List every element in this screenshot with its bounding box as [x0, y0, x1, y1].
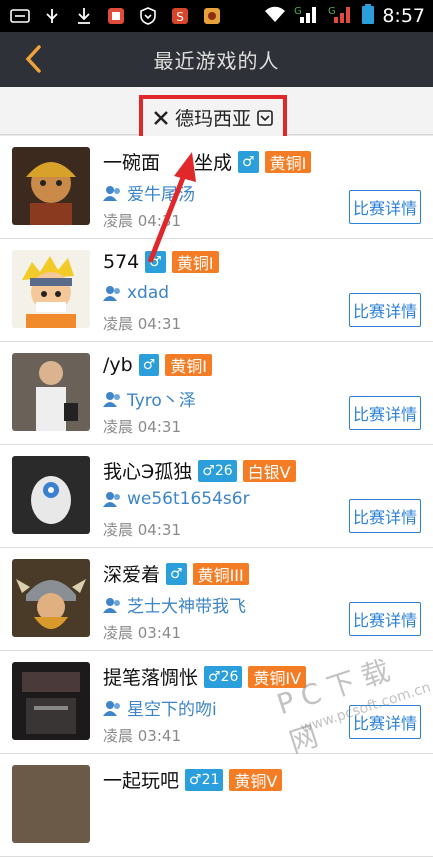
usb-icon	[42, 6, 62, 26]
game-app-icon: S	[170, 6, 190, 26]
friend-name[interactable]: 星空下的吻i	[127, 695, 217, 720]
server-filter-label: 德玛西亚	[174, 108, 251, 130]
friend-name[interactable]: Tyro丶泽	[127, 386, 196, 411]
avatar	[12, 765, 90, 843]
friends-icon	[103, 185, 120, 201]
match-detail-button[interactable]: 比赛详情	[349, 705, 421, 739]
name-line: 提笔落惆怅 ♂26 黄铜IV	[103, 663, 307, 690]
svg-text:S: S	[176, 10, 184, 24]
signal-icon: G	[294, 4, 320, 28]
friend-line: we56t1654s6r	[103, 489, 250, 509]
player-name: 一起玩吧	[103, 770, 180, 792]
list-item: 一起玩吧 ♂21 黄铜V	[0, 754, 433, 857]
rank-badge: 黄铜IV	[248, 665, 307, 688]
friend-line: 爱牛尾汤	[103, 180, 195, 205]
rank-badge: 黄铜I	[171, 251, 219, 273]
friends-icon	[103, 492, 120, 507]
list-item: 我心Э孤独 ♂26 白银V we56t1654s6r 凌晨 04:31 比赛详情	[0, 445, 433, 548]
avatar	[12, 250, 90, 328]
player-name: 我心Э孤独	[103, 461, 193, 483]
gender-badge: ♂26	[198, 459, 237, 482]
friends-icon	[103, 286, 120, 301]
filter-bar: 德玛西亚	[0, 87, 433, 140]
back-button[interactable]	[18, 44, 48, 74]
name-line: 深爱着 ♂ 黄铜III	[103, 560, 249, 587]
gender-badge: ♂	[238, 150, 259, 173]
player-name-extra: 坐成	[194, 152, 233, 174]
friend-line: 芝士大神带我飞	[103, 592, 246, 617]
player-list: 一碗面 坐成 ♂ 黄铜I 爱牛尾汤 凌晨 04:31 比赛详情 574 ♂ 黄铜…	[0, 136, 433, 857]
app-bar: 最近游戏的人	[0, 32, 433, 87]
rank-badge: 黄铜I	[264, 150, 312, 173]
avatar	[12, 353, 90, 431]
list-item: 深爱着 ♂ 黄铜III 芝士大神带我飞 凌晨 03:41 比赛详情	[0, 548, 433, 651]
svg-text:G: G	[294, 6, 302, 17]
play-time: 凌晨 04:31	[103, 315, 181, 333]
friend-name[interactable]: 芝士大神带我飞	[127, 592, 246, 617]
name-line: 574 ♂ 黄铜I	[103, 251, 219, 273]
chevron-left-icon	[25, 45, 41, 73]
player-name: 574	[103, 251, 140, 273]
rank-badge: 白银V	[242, 459, 296, 482]
match-detail-button[interactable]: 比赛详情	[349, 293, 421, 327]
game-app-icon-2	[202, 6, 222, 26]
rank-badge: 黄铜III	[192, 562, 249, 585]
friends-icon	[103, 700, 120, 716]
player-name: 深爱着	[103, 564, 161, 586]
shield-icon	[138, 6, 158, 26]
name-line: /yb ♂ 黄铜I	[103, 354, 213, 376]
list-item: 一碗面 坐成 ♂ 黄铜I 爱牛尾汤 凌晨 04:31 比赛详情	[0, 136, 433, 239]
avatar	[12, 559, 90, 637]
play-time: 凌晨 04:31	[103, 212, 181, 230]
player-name: 一碗面	[103, 152, 161, 174]
play-time: 凌晨 03:41	[103, 727, 181, 745]
friend-name[interactable]: 爱牛尾汤	[127, 180, 195, 205]
match-detail-button[interactable]: 比赛详情	[349, 396, 421, 430]
wifi-icon	[264, 5, 286, 27]
name-line: 我心Э孤独 ♂26 白银V	[103, 457, 296, 484]
crossed-swords-icon	[154, 110, 168, 125]
gender-badge: ♂26	[204, 665, 243, 688]
friends-icon	[103, 391, 120, 407]
play-time: 凌晨 03:41	[103, 624, 181, 642]
friend-name[interactable]: we56t1654s6r	[127, 489, 250, 509]
list-item: 574 ♂ 黄铜I xdad 凌晨 04:31 比赛详情	[0, 239, 433, 342]
status-bar: S G G 8:57	[0, 0, 433, 32]
list-item: 提笔落惆怅 ♂26 黄铜IV 星空下的吻i 凌晨 03:41 比赛详情	[0, 651, 433, 754]
chevron-down-icon	[257, 109, 273, 126]
match-detail-button[interactable]: 比赛详情	[349, 602, 421, 636]
friend-line: Tyro丶泽	[103, 386, 196, 411]
player-name: /yb	[103, 354, 133, 376]
battery-icon	[362, 4, 375, 28]
list-item: /yb ♂ 黄铜I Tyro丶泽 凌晨 04:31 比赛详情	[0, 342, 433, 445]
name-line: 一起玩吧 ♂21 黄铜V	[103, 766, 283, 793]
download-icon	[74, 6, 94, 26]
gender-badge: ♂	[145, 251, 166, 273]
message-icon	[10, 6, 30, 26]
gender-badge: ♂21	[185, 768, 224, 791]
rank-badge: 黄铜V	[229, 768, 283, 791]
clock: 8:57	[382, 5, 425, 27]
svg-text:G: G	[328, 6, 336, 17]
player-name: 提笔落惆怅	[103, 667, 199, 689]
friend-line: xdad	[103, 283, 169, 303]
friend-name[interactable]: xdad	[127, 283, 169, 303]
friend-line: 星空下的吻i	[103, 695, 217, 720]
name-line: 一碗面 坐成 ♂ 黄铜I	[103, 148, 312, 175]
app-notification-icon	[106, 6, 126, 26]
avatar	[12, 662, 90, 740]
rank-badge: 黄铜I	[165, 354, 213, 376]
avatar	[12, 456, 90, 534]
page-title: 最近游戏的人	[153, 49, 280, 73]
play-time: 凌晨 04:31	[103, 418, 181, 436]
avatar	[12, 147, 90, 225]
gender-badge: ♂	[138, 354, 160, 376]
match-detail-button[interactable]: 比赛详情	[349, 499, 421, 533]
match-detail-button[interactable]: 比赛详情	[349, 190, 421, 224]
friends-icon	[103, 597, 120, 613]
signal-icon-2: G	[328, 4, 354, 28]
server-filter-dropdown[interactable]: 德玛西亚	[139, 95, 287, 140]
play-time: 凌晨 04:31	[103, 521, 181, 539]
gender-badge: ♂	[166, 562, 187, 585]
